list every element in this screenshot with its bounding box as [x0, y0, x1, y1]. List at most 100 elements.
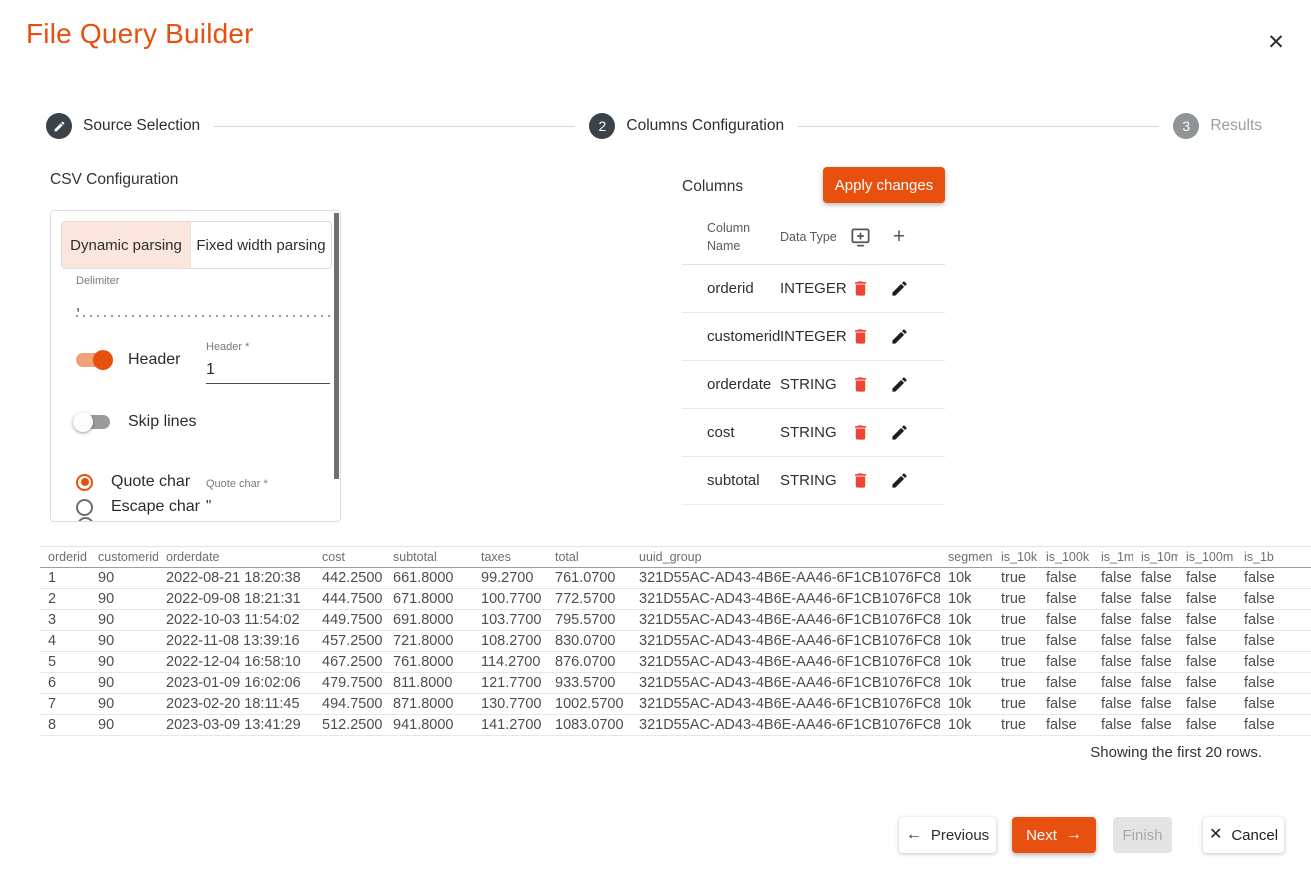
- delete-column-icon[interactable]: [842, 375, 878, 394]
- scrollbar-thumb[interactable]: [334, 213, 339, 479]
- delete-column-icon[interactable]: [842, 327, 878, 346]
- stepper-connector: [214, 126, 575, 127]
- previous-button[interactable]: ← Previous: [899, 817, 996, 853]
- cell: 90: [90, 568, 158, 589]
- column-row: orderdate STRING: [682, 361, 945, 409]
- skip-lines-toggle[interactable]: [76, 415, 110, 429]
- step-source-selection[interactable]: Source Selection: [46, 113, 200, 139]
- cell: false: [1133, 631, 1178, 652]
- columns-table: Column Name Data Type + orderid INTEGER: [682, 210, 945, 527]
- cell: 795.5700: [547, 610, 631, 631]
- finish-button[interactable]: Finish: [1113, 817, 1172, 853]
- cell: 321D55AC-AD43-4B6E-AA46-6F1CB1076FC8: [631, 568, 940, 589]
- header-toggle-label: Header: [128, 351, 180, 369]
- header-field-input[interactable]: 1: [206, 361, 215, 379]
- apply-changes-button[interactable]: Apply changes: [823, 167, 945, 203]
- cell: 321D55AC-AD43-4B6E-AA46-6F1CB1076FC8: [631, 652, 940, 673]
- table-row: 3902022-10-03 11:54:02449.7500691.800010…: [40, 610, 1311, 631]
- cell: 512.2500: [314, 715, 385, 736]
- cell: 444.7500: [314, 589, 385, 610]
- escape-char-radio[interactable]: [76, 499, 93, 516]
- edit-column-icon[interactable]: [878, 423, 920, 442]
- edit-column-icon[interactable]: [878, 375, 920, 394]
- next-button[interactable]: Next →: [1012, 817, 1096, 853]
- cell: false: [1236, 568, 1311, 589]
- tab-dynamic-parsing[interactable]: Dynamic parsing: [62, 222, 190, 268]
- cell: false: [1236, 589, 1311, 610]
- cell: 321D55AC-AD43-4B6E-AA46-6F1CB1076FC8: [631, 715, 940, 736]
- csv-config-panel: Dynamic parsing Fixed width parsing Deli…: [50, 210, 341, 522]
- table-row: 7902023-02-20 18:11:45494.7500871.800013…: [40, 694, 1311, 715]
- table-row: 5902022-12-04 16:58:10467.2500761.800011…: [40, 652, 1311, 673]
- cell: false: [1236, 610, 1311, 631]
- cell: false: [1178, 589, 1236, 610]
- header-field-label: Header *: [206, 341, 249, 353]
- cell: true: [993, 652, 1038, 673]
- cell: 321D55AC-AD43-4B6E-AA46-6F1CB1076FC8: [631, 694, 940, 715]
- edit-column-icon[interactable]: [878, 327, 920, 346]
- toggle-knob: [73, 412, 93, 432]
- step3-label: Results: [1210, 117, 1262, 135]
- column-name-header: Column Name: [707, 219, 780, 255]
- step3-indicator: 3: [1173, 113, 1199, 139]
- cell: 761.0700: [547, 568, 631, 589]
- quote-field-label: Quote char *: [206, 478, 268, 490]
- step1-indicator: [46, 113, 72, 139]
- cell: false: [1133, 673, 1178, 694]
- cell: subtotal: [385, 547, 473, 568]
- preview-header-row: orderidcustomeridorderdatecostsubtotalta…: [40, 547, 1311, 568]
- cell: 121.7700: [473, 673, 547, 694]
- cell: false: [1178, 631, 1236, 652]
- edit-column-icon[interactable]: [878, 279, 920, 298]
- cell: 671.8000: [385, 589, 473, 610]
- quote-char-radio[interactable]: [76, 474, 93, 491]
- quote-field-input[interactable]: ": [206, 497, 211, 514]
- columns-table-body: orderid INTEGER customerid INTEGER ord: [682, 265, 945, 527]
- cell: false: [1038, 568, 1093, 589]
- cell: false: [1038, 694, 1093, 715]
- cell: false: [1236, 652, 1311, 673]
- cell: false: [1178, 715, 1236, 736]
- delete-column-icon[interactable]: [842, 519, 878, 527]
- cell: false: [1038, 673, 1093, 694]
- delete-column-icon[interactable]: [842, 423, 878, 442]
- cell: false: [1178, 568, 1236, 589]
- cell: is_100m: [1178, 547, 1236, 568]
- cell: segment: [940, 547, 993, 568]
- add-to-queue-icon[interactable]: [842, 226, 878, 249]
- cell: true: [993, 694, 1038, 715]
- cell: false: [1038, 652, 1093, 673]
- delete-column-icon[interactable]: [842, 471, 878, 490]
- edit-column-icon[interactable]: [878, 471, 920, 490]
- delimiter-input[interactable]: ,: [76, 297, 80, 314]
- arrow-left-icon: ←: [906, 827, 922, 843]
- cell: 108.2700: [473, 631, 547, 652]
- cell: false: [1178, 610, 1236, 631]
- cell: 1002.5700: [547, 694, 631, 715]
- header-toggle[interactable]: [76, 353, 110, 367]
- tab-fixed-width-parsing[interactable]: Fixed width parsing: [190, 222, 331, 268]
- skip-lines-label: Skip lines: [128, 413, 196, 431]
- close-icon[interactable]: ✕: [1262, 28, 1290, 56]
- escape-char-label: Escape char: [111, 498, 200, 516]
- table-row: 8902023-03-09 13:41:29512.2500941.800014…: [40, 715, 1311, 736]
- cell: 941.8000: [385, 715, 473, 736]
- clipped-radio[interactable]: [77, 517, 94, 522]
- cancel-button[interactable]: ✕ Cancel: [1203, 817, 1284, 853]
- step-columns-configuration[interactable]: 2 Columns Configuration: [589, 113, 784, 139]
- cell: false: [1093, 694, 1133, 715]
- delete-column-icon[interactable]: [842, 279, 878, 298]
- x-icon: ✕: [1209, 827, 1222, 843]
- add-column-icon[interactable]: +: [878, 222, 920, 252]
- cell: 90: [90, 694, 158, 715]
- cell: 933.5700: [547, 673, 631, 694]
- cell: 449.7500: [314, 610, 385, 631]
- cell: 2022-11-08 13:39:16: [158, 631, 314, 652]
- cell: 90: [90, 652, 158, 673]
- cell: 2022-08-21 18:20:38: [158, 568, 314, 589]
- edit-column-icon[interactable]: [878, 519, 920, 527]
- wizard-stepper: Source Selection 2 Columns Configuration…: [46, 112, 1262, 140]
- cell: 761.8000: [385, 652, 473, 673]
- cell: 103.7700: [473, 610, 547, 631]
- cell: 4: [40, 631, 90, 652]
